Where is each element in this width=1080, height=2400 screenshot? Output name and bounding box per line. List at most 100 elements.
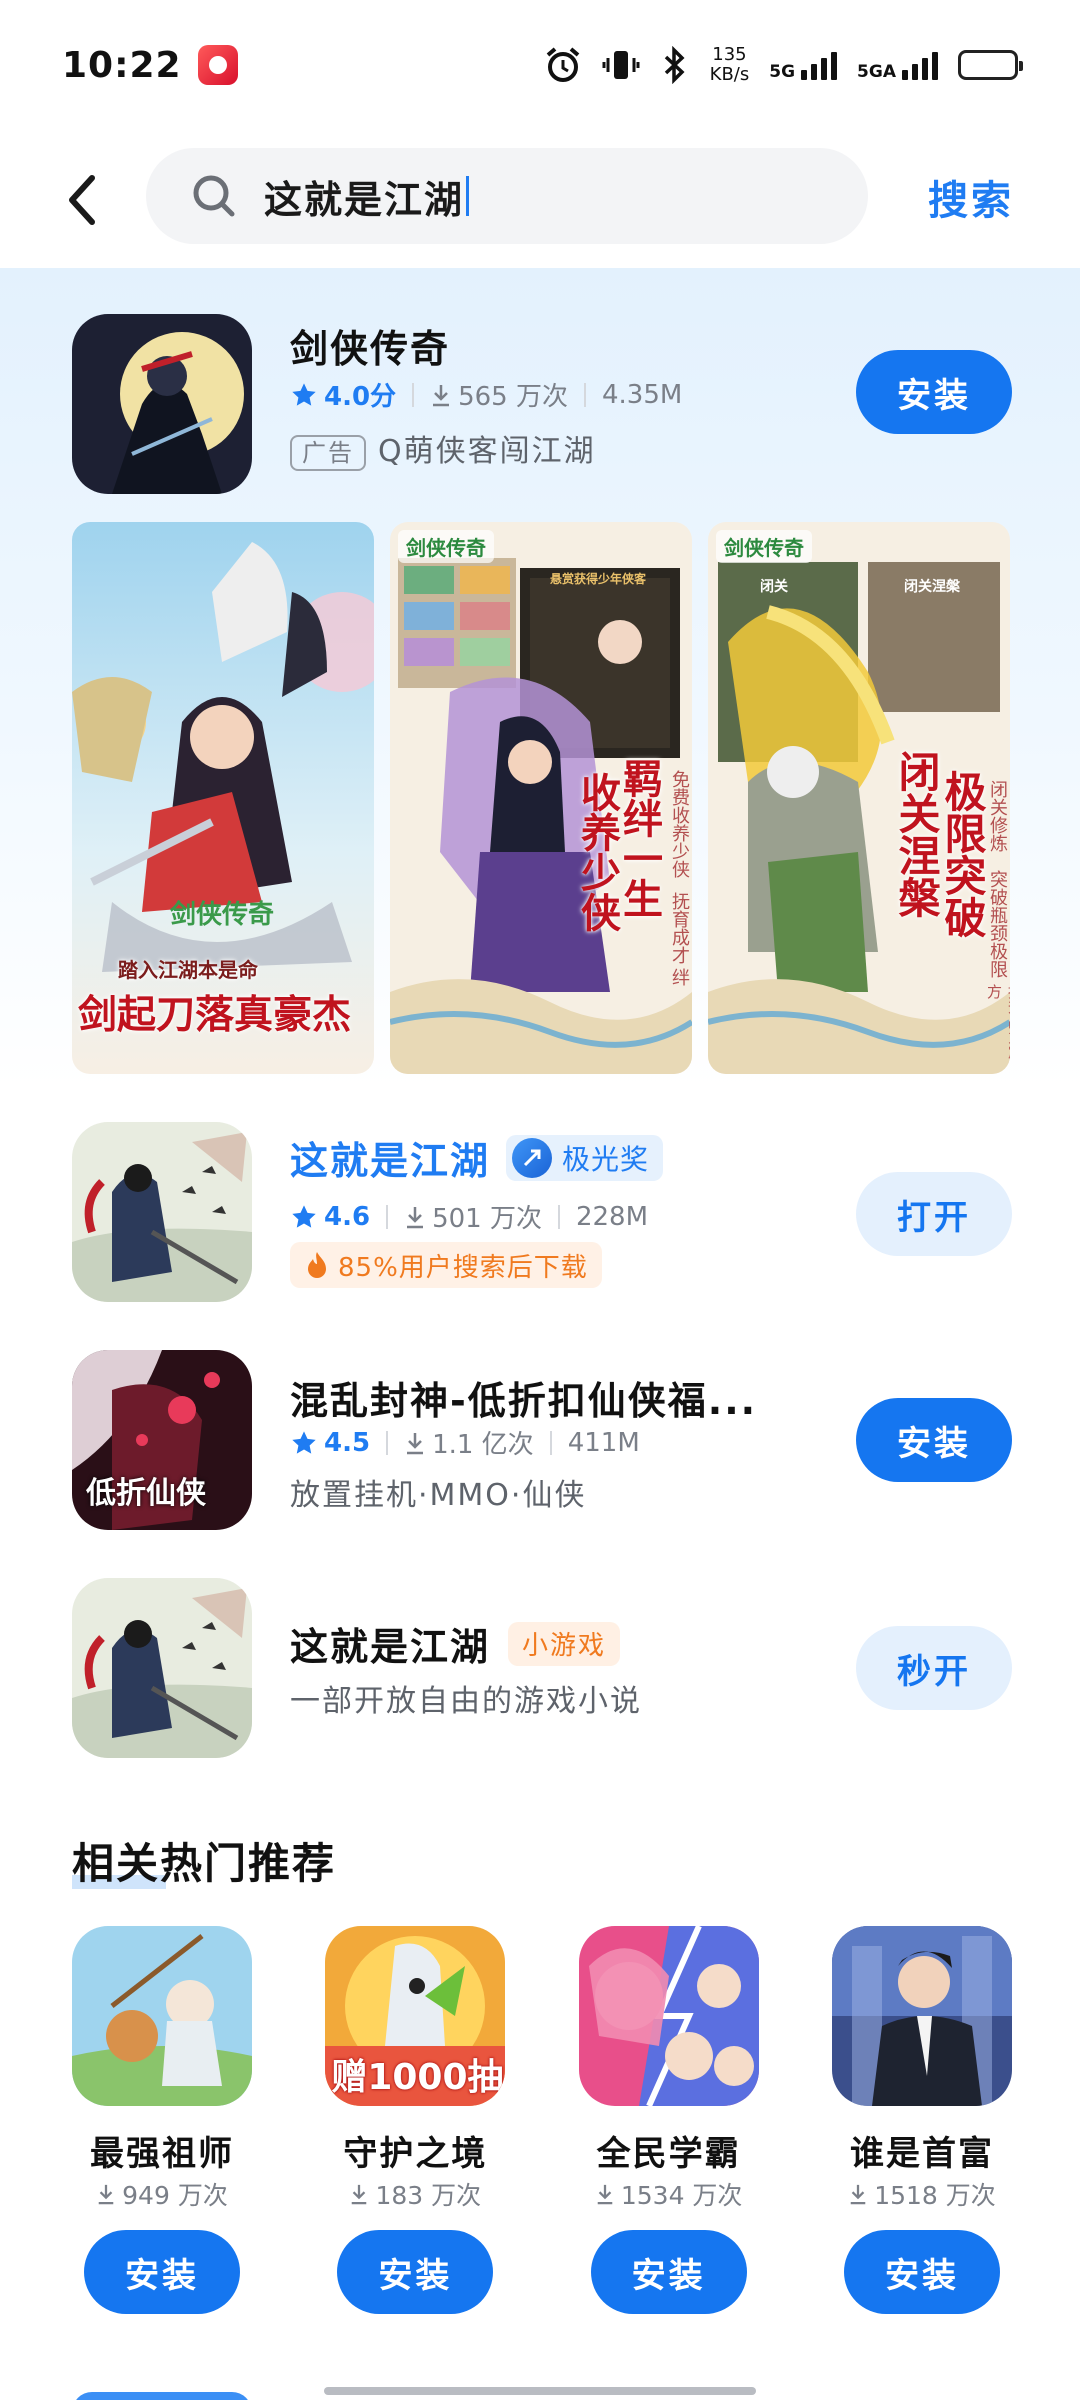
result-row[interactable]: 低折仙侠 混乱封神-低折扣仙侠福... 4.5 1.1 亿次 411M 放置挂机…: [72, 1350, 1012, 1530]
mini-game-tag: 小游戏: [508, 1621, 621, 1666]
app-icon[interactable]: [72, 1578, 252, 1758]
result-row[interactable]: 这就是江湖 极光奖 4.6 501 万次 228M 85%用户搜索后下载 打开: [72, 1122, 1012, 1302]
recommend-grid: 最强祖师 949 万次 安装 赠1000抽 守护之境 183 万次 安装 全民学…: [72, 1926, 1012, 2316]
search-icon: [193, 175, 235, 217]
rating-value: 4.0分: [324, 382, 397, 412]
app-size: 411M: [567, 1427, 640, 1458]
install-button[interactable]: 安装: [843, 2230, 1000, 2314]
section-title-text: 相关热门推荐: [72, 1839, 337, 1888]
hot-text: 85%用户搜索后下载: [338, 1252, 588, 1283]
app-name-row: 这就是江湖 小游戏: [290, 1616, 621, 1671]
inset-label: 闭关涅槃: [904, 579, 960, 595]
ad-app-row[interactable]: 剑侠传奇 4.0分 565 万次 4.35M 广告 Q萌侠客闯江湖 安装: [72, 314, 1012, 494]
downloads: 1518 万次: [812, 2176, 1032, 2212]
award-badge: 极光奖: [506, 1134, 664, 1181]
install-button[interactable]: 安装: [856, 1398, 1012, 1482]
app-icon[interactable]: [578, 1926, 759, 2106]
download-count: 183 万次: [375, 2181, 482, 2210]
result-row[interactable]: 这就是江湖 小游戏 一部开放自由的游戏小说 秒开: [72, 1578, 1012, 1758]
recommend-item[interactable]: 最强祖师 949 万次 安装: [72, 1926, 252, 2316]
download-icon: [850, 2184, 866, 2205]
screenshot[interactable]: 剑侠传奇 悬赏获得少年侠客 羁绊一生 收养少侠 免费收养少侠 抚育成才 提升战斗…: [390, 522, 692, 1074]
install-button[interactable]: 安装: [337, 2230, 494, 2314]
rating-value: 4.5: [324, 1427, 371, 1458]
back-button[interactable]: [52, 170, 112, 230]
game-logo: 剑侠传奇: [398, 530, 494, 563]
download-icon: [352, 2184, 367, 2205]
screenshot-carousel[interactable]: 剑侠传奇 踏入江湖本是命 剑起刀落真豪杰 剑侠传奇 悬赏获得少年侠客 羁绊一生 …: [72, 522, 1010, 1074]
fire-icon: [308, 1252, 326, 1278]
app-icon[interactable]: 低折仙侠: [72, 1350, 252, 1530]
search-button[interactable]: 搜索: [928, 168, 1014, 226]
subtitle-text: Q萌侠客闯江湖: [378, 434, 596, 469]
download-count: 501 万次: [432, 1204, 542, 1234]
download-count: 949 万次: [122, 2181, 228, 2210]
bluetooth-icon: [660, 46, 690, 84]
install-button[interactable]: 安装: [590, 2230, 747, 2314]
star-icon: [292, 1430, 316, 1454]
rating-value: 4.6: [324, 1201, 371, 1232]
app-subtitle: 一部开放自由的游戏小说: [290, 1684, 642, 1719]
app-name: 守护之境: [343, 2134, 488, 2174]
app-name: 这就是江湖: [290, 1625, 491, 1669]
downloads: 1534 万次: [559, 2176, 779, 2212]
rating: 4.6: [290, 1202, 370, 1232]
game-logo: 剑侠传奇: [170, 900, 275, 930]
network-speed: 135 KB/s: [710, 45, 750, 85]
signal-bars-icon: [801, 50, 838, 80]
screenshot-side-text: 抚育成才: [669, 892, 690, 964]
game-logo: 剑侠传奇: [716, 530, 812, 563]
recommend-item[interactable]: 谁是首富 1518 万次 安装: [831, 1926, 1012, 2316]
screenshot-caption: 收养少侠: [574, 772, 621, 932]
download-count: 1534 万次: [620, 2181, 743, 2210]
vibrate-icon: [602, 46, 640, 84]
app-name: 这就是江湖: [290, 1139, 491, 1183]
open-button[interactable]: 打开: [856, 1172, 1012, 1256]
award-icon: [512, 1137, 553, 1178]
home-indicator[interactable]: [324, 2387, 756, 2395]
speed-value: 135: [712, 44, 747, 65]
battery-icon: [958, 50, 1023, 80]
install-button[interactable]: 安装: [84, 2230, 240, 2314]
signal-5ga: 5GA: [857, 50, 938, 81]
icon-text: 低折仙侠: [86, 1476, 206, 1511]
screenshot-side-text: 闭关修炼: [987, 780, 1008, 852]
screenshot-side-text: 免费收养少侠: [669, 770, 690, 878]
app-name: 最强祖师: [90, 2134, 234, 2174]
signal-5g: 5G: [769, 50, 838, 81]
screenshot[interactable]: 剑侠传奇 闭关 闭关涅槃 极限突破 闭关涅槃 闭关修炼 突破瓶颈极限 提升战力震…: [708, 522, 1010, 1074]
search-input[interactable]: 这就是江湖: [146, 148, 868, 244]
instant-open-button[interactable]: 秒开: [856, 1626, 1012, 1710]
signal-bars-icon: [902, 50, 938, 80]
screenshot-side-text: 提升战斗羁绊: [669, 968, 690, 986]
ad-card[interactable]: 剑侠传奇 4.0分 565 万次 4.35M 广告 Q萌侠客闯江湖 安装 剑侠传…: [0, 268, 1080, 1088]
screenshot-side-text: 提升战力震八方: [985, 984, 1010, 1074]
install-button[interactable]: 安装: [856, 350, 1012, 434]
downloads: 183 万次: [305, 2176, 525, 2212]
screenshot-caption: 闭关涅槃: [892, 750, 941, 918]
downloads: 949 万次: [52, 2176, 272, 2212]
app-name: 谁是首富: [849, 2134, 994, 2174]
rating: 4.5: [290, 1428, 370, 1458]
app-subtitle: 放置挂机·MMO·仙侠: [290, 1478, 587, 1513]
recommend-item[interactable]: 全民学霸 1534 万次 安装: [578, 1926, 759, 2316]
downloads: 1.1 亿次: [404, 1424, 534, 1461]
download-count: 1.1 亿次: [432, 1430, 534, 1460]
app-icon[interactable]: [72, 1926, 252, 2106]
notification-app-icon: [197, 45, 238, 85]
app-icon[interactable]: [72, 1122, 252, 1302]
download-icon: [597, 2184, 613, 2205]
app-icon[interactable]: 赠1000抽: [325, 1926, 506, 2106]
download-icon: [407, 1432, 424, 1454]
star-icon: [292, 382, 316, 406]
inset-title: 悬赏获得少年侠客: [550, 572, 647, 586]
alarm-icon: [544, 46, 582, 84]
recommend-item[interactable]: 赠1000抽 守护之境 183 万次 安装: [325, 1926, 506, 2316]
app-icon[interactable]: [72, 314, 252, 494]
screenshot[interactable]: 剑侠传奇 踏入江湖本是命 剑起刀落真豪杰: [72, 522, 374, 1074]
app-meta: 4.5 1.1 亿次 411M: [290, 1424, 640, 1461]
app-icon[interactable]: [831, 1926, 1012, 2106]
downloads: 501 万次: [404, 1198, 542, 1235]
text-caret: [466, 176, 470, 216]
hot-tag: 85%用户搜索后下载: [290, 1242, 602, 1288]
